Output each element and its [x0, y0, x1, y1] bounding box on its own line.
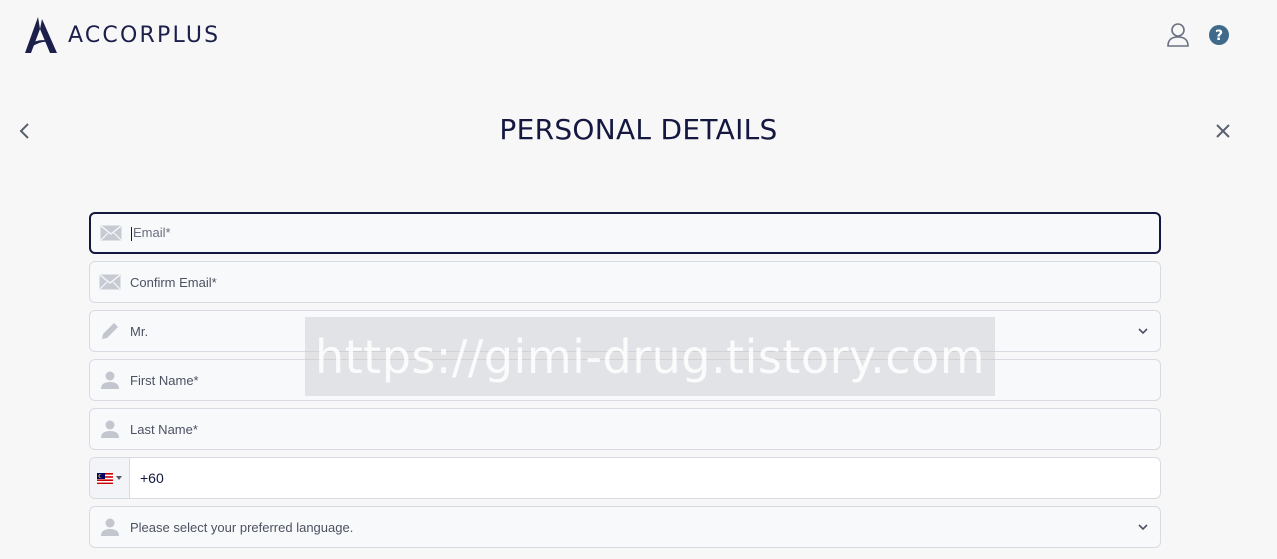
accorplus-logo[interactable]: ACCORPLUS — [22, 15, 220, 55]
first-name-field[interactable]: First Name* — [89, 359, 1161, 401]
title-select[interactable]: Mr. — [89, 310, 1161, 352]
page: ACCORPLUS ? PERSONAL DETAILS Email* Conf… — [0, 0, 1277, 559]
phone-field[interactable]: +60 — [89, 457, 1161, 499]
envelope-icon — [91, 225, 131, 241]
language-select[interactable]: Please select your preferred language. — [89, 506, 1161, 548]
language-select-placeholder: Please select your preferred language. — [130, 519, 354, 535]
person-icon — [90, 517, 130, 537]
envelope-icon — [90, 274, 130, 290]
header-actions: ? — [1165, 22, 1232, 48]
phone-input-value: +60 — [140, 470, 164, 486]
svg-text:?: ? — [1215, 28, 1223, 44]
chevron-down-icon — [1138, 328, 1148, 335]
first-name-placeholder: First Name* — [130, 372, 199, 388]
caret-down-icon — [116, 476, 122, 480]
accor-logo-mark-icon — [25, 17, 57, 53]
confirm-email-placeholder: Confirm Email* — [130, 274, 217, 290]
malaysia-flag-icon — [97, 472, 113, 484]
country-code-selector[interactable] — [90, 458, 130, 498]
help-icon[interactable]: ? — [1206, 22, 1232, 48]
email-field[interactable]: Email* — [89, 212, 1161, 254]
close-icon[interactable] — [1213, 121, 1233, 141]
brand-name: ACCORPLUS — [68, 22, 221, 48]
last-name-placeholder: Last Name* — [130, 421, 198, 437]
text-cursor — [131, 226, 132, 241]
pencil-icon — [90, 321, 130, 341]
chevron-down-icon — [1138, 524, 1148, 531]
personal-details-form: Email* Confirm Email* Mr. First Name* La… — [89, 212, 1161, 555]
user-account-icon[interactable] — [1165, 22, 1191, 48]
title-select-value: Mr. — [130, 323, 149, 339]
page-title: PERSONAL DETAILS — [499, 113, 778, 146]
confirm-email-field[interactable]: Confirm Email* — [89, 261, 1161, 303]
email-placeholder: Email* — [133, 225, 171, 241]
last-name-field[interactable]: Last Name* — [89, 408, 1161, 450]
person-icon — [90, 370, 130, 390]
person-icon — [90, 419, 130, 439]
